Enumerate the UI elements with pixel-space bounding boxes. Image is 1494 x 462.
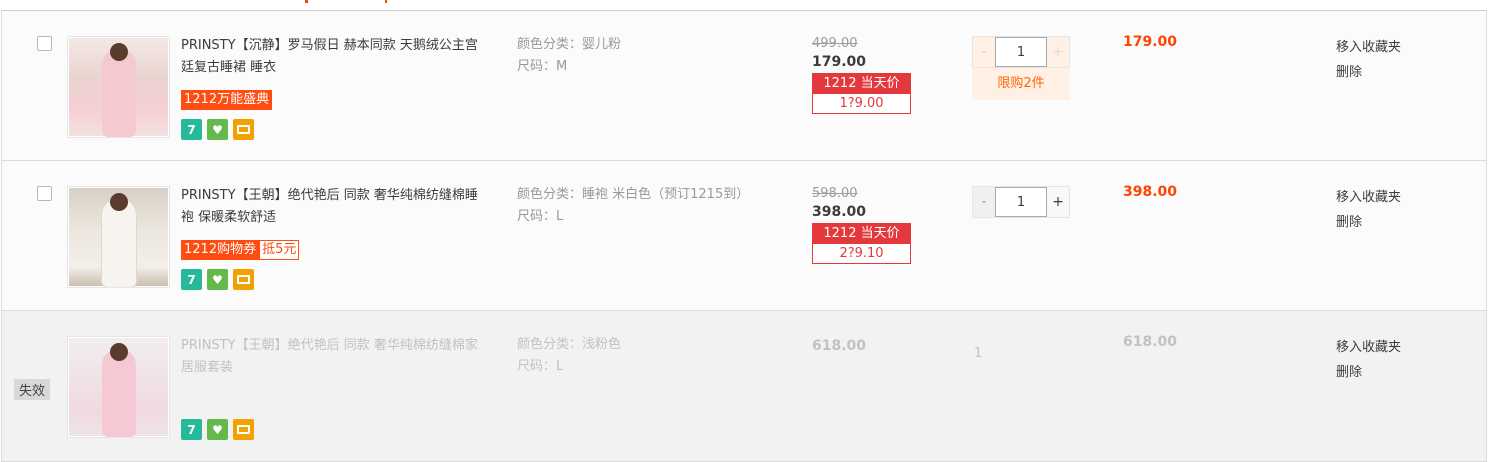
purchase-limit-notice: 限购2件 xyxy=(972,68,1070,100)
quantity-input[interactable] xyxy=(995,187,1047,217)
promo-badge[interactable]: 1212万能盛典 xyxy=(181,90,273,110)
deal-title: 1212 当天价 xyxy=(813,224,910,244)
sku-color: 颜色分类：浅粉色 xyxy=(517,337,622,352)
quantity-control: - + 限购2件 xyxy=(972,36,1070,100)
service-icons: 7 ♥ xyxy=(181,269,254,290)
delete-link[interactable]: 删除 xyxy=(1336,210,1401,235)
item-actions: 移入收藏夹 删除 xyxy=(1336,185,1401,235)
seven-day-return-icon[interactable]: 7 xyxy=(181,269,202,290)
card-icon[interactable] xyxy=(233,119,254,140)
cart-row: PRINSTY【王朝】绝代艳后 同款 奢华纯棉纺缝棉睡袍 保暖柔软舒适 1212… xyxy=(2,161,1486,311)
price-block: 598.00 398.00 1212 当天价 2?9.10 xyxy=(812,186,912,264)
item-subtotal: 618.00 xyxy=(1123,334,1178,350)
quantity-decrease-button[interactable]: - xyxy=(973,37,995,67)
sku-color: 颜色分类：睡袍 米白色（预订1215到） xyxy=(517,187,750,202)
quantity-value: 1 xyxy=(974,346,983,361)
quantity-increase-button[interactable]: + xyxy=(1047,187,1069,217)
deal-value: 1?9.00 xyxy=(813,94,910,113)
item-checkbox[interactable] xyxy=(37,36,52,51)
item-actions: 移入收藏夹 删除 xyxy=(1336,35,1401,85)
promo-badge[interactable]: 1212购物券 抵5元 xyxy=(181,240,300,260)
quantity-stepper: - + xyxy=(972,36,1070,68)
promo-extra-label: 抵5元 xyxy=(259,240,300,260)
seven-day-return-icon[interactable]: 7 xyxy=(181,119,202,140)
invalid-badge: 失效 xyxy=(14,379,51,400)
product-thumbnail[interactable] xyxy=(67,186,170,288)
delete-link[interactable]: 删除 xyxy=(1336,360,1401,385)
current-price: 618.00 xyxy=(812,338,867,354)
quantity-control: 1 xyxy=(972,336,982,365)
quantity-stepper: - + xyxy=(972,186,1070,218)
cart-row: PRINSTY【沉静】罗马假日 赫本同款 天鹅绒公主宫廷复古睡裙 睡衣 1212… xyxy=(2,11,1486,161)
gift-icon[interactable]: ♥ xyxy=(207,269,228,290)
product-thumbnail[interactable] xyxy=(67,36,170,138)
move-to-favorites-link[interactable]: 移入收藏夹 xyxy=(1336,35,1401,60)
quantity-control: - + xyxy=(972,186,1070,218)
header-tab-indicator-2 xyxy=(385,0,387,3)
product-title-link[interactable]: PRINSTY【王朝】绝代艳后 同款 奢华纯棉纺缝棉睡袍 保暖柔软舒适 xyxy=(181,185,481,229)
card-icon[interactable] xyxy=(233,269,254,290)
sku-info: 颜色分类：浅粉色 尺码：L xyxy=(517,334,757,378)
sku-info: 颜色分类：婴儿粉 尺码：M xyxy=(517,34,757,78)
gift-icon[interactable]: ♥ xyxy=(207,419,228,440)
item-actions: 移入收藏夹 删除 xyxy=(1336,335,1401,385)
item-subtotal: 179.00 xyxy=(1123,34,1178,50)
move-to-favorites-link[interactable]: 移入收藏夹 xyxy=(1336,185,1401,210)
gift-icon[interactable]: ♥ xyxy=(207,119,228,140)
sku-size: 尺码：L xyxy=(517,209,564,224)
item-checkbox[interactable] xyxy=(37,186,52,201)
seven-day-return-icon[interactable]: 7 xyxy=(181,419,202,440)
deal-title: 1212 当天价 xyxy=(813,74,910,94)
header-tab-indicator xyxy=(305,0,308,3)
product-title-link[interactable]: PRINSTY【王朝】绝代艳后 同款 奢华纯棉纺缝棉家居服套装 xyxy=(181,335,481,379)
product-title-link[interactable]: PRINSTY【沉静】罗马假日 赫本同款 天鹅绒公主宫廷复古睡裙 睡衣 xyxy=(181,35,481,79)
price-block: 499.00 179.00 1212 当天价 1?9.00 xyxy=(812,36,912,114)
current-price: 398.00 xyxy=(812,204,867,220)
service-icons: 7 ♥ xyxy=(181,419,254,440)
cart-item-list: PRINSTY【沉静】罗马假日 赫本同款 天鹅绒公主宫廷复古睡裙 睡衣 1212… xyxy=(1,10,1487,462)
product-thumbnail[interactable] xyxy=(67,336,170,438)
quantity-increase-button[interactable]: + xyxy=(1047,37,1069,67)
current-price: 179.00 xyxy=(812,54,867,70)
move-to-favorites-link[interactable]: 移入收藏夹 xyxy=(1336,335,1401,360)
original-price: 598.00 xyxy=(812,186,858,201)
price-block: 618.00 xyxy=(812,336,912,356)
card-icon[interactable] xyxy=(233,419,254,440)
deal-price-badge: 1212 当天价 1?9.00 xyxy=(812,73,911,114)
deal-value: 2?9.10 xyxy=(813,244,910,263)
item-subtotal: 398.00 xyxy=(1123,184,1178,200)
quantity-input[interactable] xyxy=(995,37,1047,67)
promo-main-label: 1212购物券 xyxy=(181,240,260,260)
original-price: 499.00 xyxy=(812,36,858,51)
deal-price-badge: 1212 当天价 2?9.10 xyxy=(812,223,911,264)
promo-main-label: 1212万能盛典 xyxy=(181,90,273,110)
sku-color: 颜色分类：婴儿粉 xyxy=(517,37,622,52)
sku-info: 颜色分类：睡袍 米白色（预订1215到） 尺码：L xyxy=(517,184,757,228)
delete-link[interactable]: 删除 xyxy=(1336,60,1401,85)
quantity-decrease-button[interactable]: - xyxy=(973,187,995,217)
sku-size: 尺码：L xyxy=(517,359,564,374)
header-sliver xyxy=(0,0,1494,10)
sku-size: 尺码：M xyxy=(517,59,568,74)
service-icons: 7 ♥ xyxy=(181,119,254,140)
cart-row-invalid: 失效 PRINSTY【王朝】绝代艳后 同款 奢华纯棉纺缝棉家居服套装 7 ♥ 颜… xyxy=(2,311,1486,461)
